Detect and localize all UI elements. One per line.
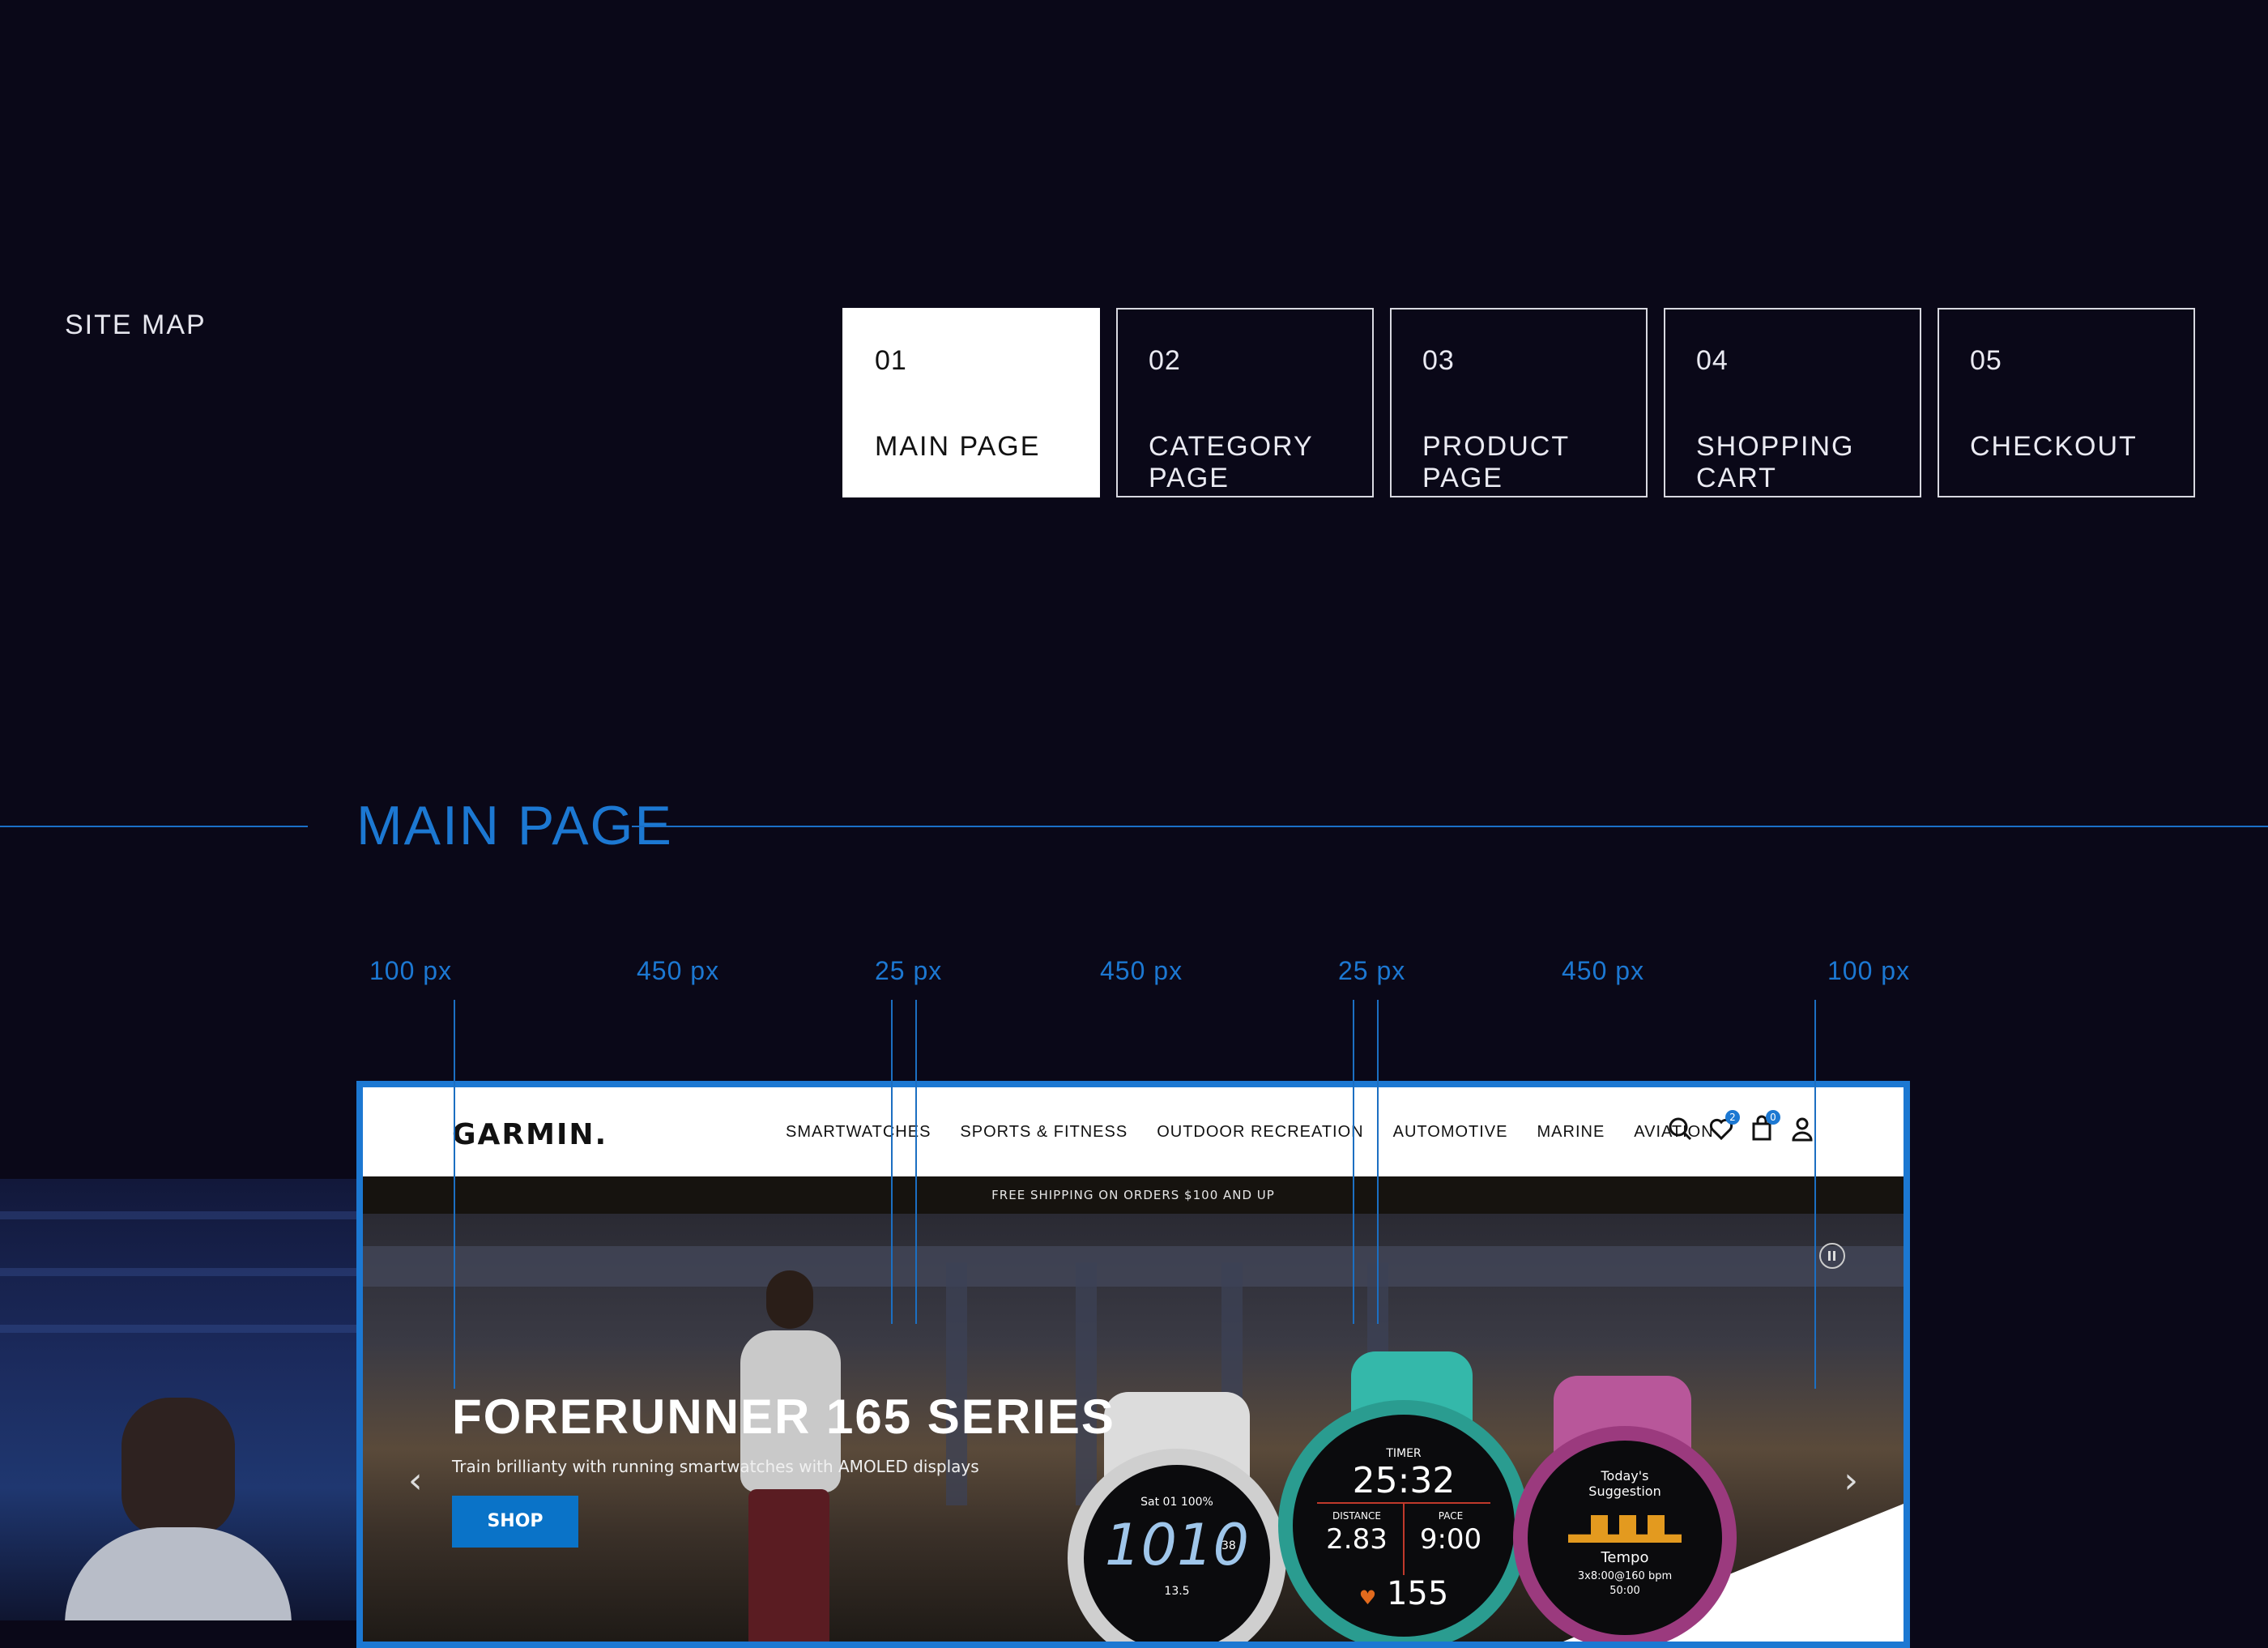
tab-main-page[interactable]: 01 MAIN PAGE xyxy=(842,308,1100,497)
tab-number: 03 xyxy=(1422,345,1455,376)
watch-pace-label: PACE xyxy=(1438,1510,1464,1522)
watch-white: Sat 01 100% 1010 38 13.5 xyxy=(1068,1449,1286,1642)
carousel-pause-icon[interactable] xyxy=(1819,1243,1845,1269)
grid-label-gutter-1: 25 px xyxy=(875,956,943,985)
nav-outdoor-recreation[interactable]: OUTDOOR RECREATION xyxy=(1157,1123,1363,1142)
tab-shopping-cart[interactable]: 04 SHOPPING CART xyxy=(1664,308,1921,497)
grid-label-margin-right: 100 px xyxy=(1827,956,1911,985)
grid-guide-line xyxy=(1814,1000,1816,1389)
watch-battery: 100% xyxy=(1180,1496,1213,1509)
tab-category-page[interactable]: 02 CATEGORY PAGE xyxy=(1116,308,1374,497)
tab-label: CHECKOUT xyxy=(1970,431,2138,462)
garmin-logo[interactable]: GARMIN. xyxy=(452,1118,608,1151)
grid-label-margin-left: 100 px xyxy=(369,956,453,985)
main-navigation: SMARTWATCHES SPORTS & FITNESS OUTDOOR RE… xyxy=(786,1123,1714,1142)
watch-teal: TIMER 25:32 DISTANCE 2.83 PACE 9:00 ♥ 15… xyxy=(1278,1400,1529,1642)
section-title: MAIN PAGE xyxy=(356,795,673,856)
watch-workout-name: Tempo xyxy=(1601,1549,1649,1566)
watch-time: 1010 xyxy=(1104,1512,1250,1578)
watch-magenta: Today's Suggestion Tempo 3x8:00@160 bpm … xyxy=(1513,1426,1737,1642)
cart-bag-icon[interactable]: 0 xyxy=(1750,1110,1780,1142)
watch-distance-value: 2.83 xyxy=(1326,1523,1388,1556)
search-icon[interactable] xyxy=(1669,1115,1693,1142)
grid-label-gutter-2: 25 px xyxy=(1338,956,1406,985)
watch-timer-label: TIMER xyxy=(1386,1447,1422,1460)
tab-product-page[interactable]: 03 PRODUCT PAGE xyxy=(1390,308,1648,497)
tab-label: CATEGORY PAGE xyxy=(1149,431,1314,493)
watch-workout-duration: 50:00 xyxy=(1609,1585,1640,1597)
tab-label: MAIN PAGE xyxy=(875,431,1041,462)
tab-number: 04 xyxy=(1696,345,1729,376)
site-header: GARMIN. SMARTWATCHES SPORTS & FITNESS OU… xyxy=(363,1087,1904,1176)
sitemap-tabs: 01 MAIN PAGE 02 CATEGORY PAGE 03 PRODUCT… xyxy=(842,308,2195,497)
nav-smartwatches[interactable]: SMARTWATCHES xyxy=(786,1123,931,1142)
tab-number: 05 xyxy=(1970,345,2002,376)
main-page-mockup: GARMIN. SMARTWATCHES SPORTS & FITNESS OU… xyxy=(356,1081,1910,1648)
watch-date: Sat 01 xyxy=(1140,1496,1178,1509)
hero-runner-image xyxy=(711,1270,865,1642)
side-background-photo xyxy=(0,1179,358,1620)
nav-sports-fitness[interactable]: SPORTS & FITNESS xyxy=(960,1123,1128,1142)
tab-number: 01 xyxy=(875,345,907,376)
tab-label: PRODUCT PAGE xyxy=(1422,431,1570,493)
grid-label-column-3: 450 px xyxy=(1562,956,1645,985)
hero-subtitle: Train brillianty with running smartwatch… xyxy=(452,1457,979,1476)
grid-guide-line xyxy=(891,1000,893,1324)
grid-guide-line xyxy=(1377,1000,1379,1324)
watch-seconds: 38 xyxy=(1221,1539,1236,1552)
cart-count-badge: 0 xyxy=(1766,1110,1780,1125)
watch-distance-label: DISTANCE xyxy=(1332,1510,1381,1522)
grid-guide-line xyxy=(1353,1000,1354,1324)
section-divider-right xyxy=(632,826,2268,827)
grid-guide-line xyxy=(454,1000,455,1389)
shipping-banner: FREE SHIPPING ON ORDERS $100 AND UP xyxy=(363,1176,1904,1214)
wishlist-heart-icon[interactable]: 2 xyxy=(1709,1110,1740,1142)
sitemap-label: SITE MAP xyxy=(65,310,207,340)
watch-workout-detail: 3x8:00@160 bpm xyxy=(1577,1570,1673,1582)
account-user-icon[interactable] xyxy=(1790,1115,1814,1142)
nav-automotive[interactable]: AUTOMOTIVE xyxy=(1393,1123,1508,1142)
carousel-prev-arrow-icon[interactable]: ‹ xyxy=(408,1460,423,1501)
hero-carousel: Sat 01 100% 1010 38 13.5 TIMER 25:32 DIS… xyxy=(363,1214,1904,1642)
workout-bar-graphic xyxy=(1568,1515,1682,1543)
section-divider-left xyxy=(0,826,308,827)
watch-distance: 13.5 xyxy=(1164,1585,1190,1598)
tab-label: SHOPPING CART xyxy=(1696,431,1855,493)
grid-label-column-1: 450 px xyxy=(637,956,720,985)
watch-pace-value: 9:00 xyxy=(1419,1523,1482,1556)
grid-guide-line xyxy=(915,1000,917,1324)
header-icons: 2 0 xyxy=(1669,1110,1814,1142)
watch-timer-value: 25:32 xyxy=(1352,1460,1456,1501)
shop-button[interactable]: SHOP xyxy=(452,1496,578,1548)
watch-heart-rate: 155 xyxy=(1386,1575,1449,1612)
heart-icon: ♥ xyxy=(1358,1586,1377,1609)
watch-suggestion-heading: Today's Suggestion xyxy=(1588,1468,1661,1499)
grid-label-column-2: 450 px xyxy=(1100,956,1183,985)
tab-checkout[interactable]: 05 CHECKOUT xyxy=(1938,308,2195,497)
hero-title: FORERUNNER 165 SERIES xyxy=(452,1390,1115,1444)
nav-marine[interactable]: MARINE xyxy=(1537,1123,1605,1142)
wishlist-count-badge: 2 xyxy=(1725,1110,1740,1125)
carousel-next-arrow-icon[interactable]: › xyxy=(1844,1460,1858,1501)
tab-number: 02 xyxy=(1149,345,1181,376)
